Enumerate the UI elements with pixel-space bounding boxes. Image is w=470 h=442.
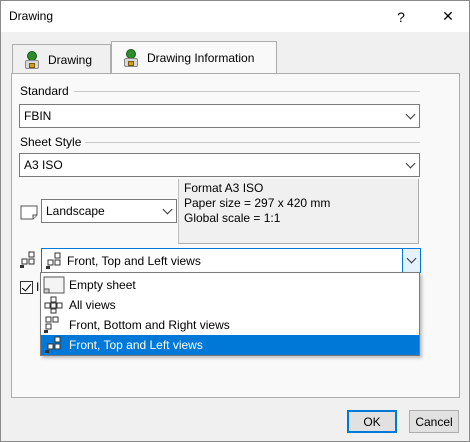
standard-value: FBIN	[24, 109, 52, 123]
standard-label: Standard	[20, 84, 69, 98]
paper-size-line: Paper size = 297 x 420 mm	[184, 196, 331, 210]
tab-label: Drawing	[48, 52, 93, 67]
option-label: Front, Top and Left views	[69, 338, 203, 352]
front-top-left-views-icon	[46, 252, 61, 269]
views-icon	[20, 251, 35, 268]
ok-button[interactable]: OK	[347, 410, 397, 433]
help-button[interactable]: ?	[381, 1, 421, 32]
dropdown-option-front-bottom-right[interactable]: Front, Bottom and Right views	[41, 315, 419, 335]
views-select[interactable]: Front, Top and Left views	[41, 248, 421, 273]
chevron-down-icon	[401, 105, 419, 127]
sheet-style-value: A3 ISO	[24, 158, 63, 172]
sheet-style-divider	[85, 142, 420, 143]
standard-select[interactable]: FBIN	[19, 104, 420, 128]
empty-sheet-icon	[43, 276, 65, 294]
drawing-dialog: Drawing ? ✕ Drawing Drawing Information …	[0, 0, 470, 442]
option-label: All views	[69, 298, 116, 312]
sheet-style-select[interactable]: A3 ISO	[19, 153, 420, 177]
dropdown-option-empty-sheet[interactable]: Empty sheet	[41, 275, 419, 295]
option-label: Front, Bottom and Right views	[69, 318, 230, 332]
front-bottom-right-views-icon	[44, 316, 59, 333]
user-lock-icon	[24, 50, 40, 69]
tab-label: Drawing Information	[147, 51, 255, 65]
cancel-button[interactable]: Cancel	[409, 410, 459, 433]
option-checkbox[interactable]	[20, 281, 33, 294]
title-bar: Drawing ? ✕	[1, 1, 469, 32]
chevron-down-icon[interactable]	[402, 249, 420, 272]
tab-drawing[interactable]: Drawing	[12, 44, 111, 74]
dropdown-option-all-views[interactable]: All views	[41, 295, 419, 315]
format-line: Format A3 ISO	[184, 181, 264, 195]
close-button[interactable]: ✕	[428, 1, 468, 32]
format-info-box: Format A3 ISO Paper size = 297 x 420 mm …	[178, 179, 419, 244]
all-views-icon	[44, 296, 63, 314]
standard-divider	[74, 91, 420, 92]
user-lock-icon	[123, 49, 139, 67]
window-title: Drawing	[9, 9, 54, 23]
option-label: Empty sheet	[69, 278, 136, 292]
tab-drawing-information[interactable]: Drawing Information	[111, 41, 277, 74]
dropdown-option-front-top-left[interactable]: Front, Top and Left views	[41, 335, 419, 355]
orientation-select[interactable]: Landscape	[41, 199, 177, 223]
views-value: Front, Top and Left views	[67, 253, 201, 268]
sheet-style-label: Sheet Style	[20, 135, 82, 149]
page-landscape-icon	[20, 205, 38, 220]
front-top-left-views-icon	[45, 336, 61, 353]
global-scale-line: Global scale = 1:1	[184, 211, 281, 225]
chevron-down-icon	[401, 154, 419, 176]
option-checkbox-label: I	[36, 280, 40, 294]
chevron-down-icon	[158, 200, 176, 222]
orientation-value: Landscape	[46, 204, 105, 218]
views-dropdown-list: Empty sheet All views Front, Bottom and …	[40, 272, 420, 356]
